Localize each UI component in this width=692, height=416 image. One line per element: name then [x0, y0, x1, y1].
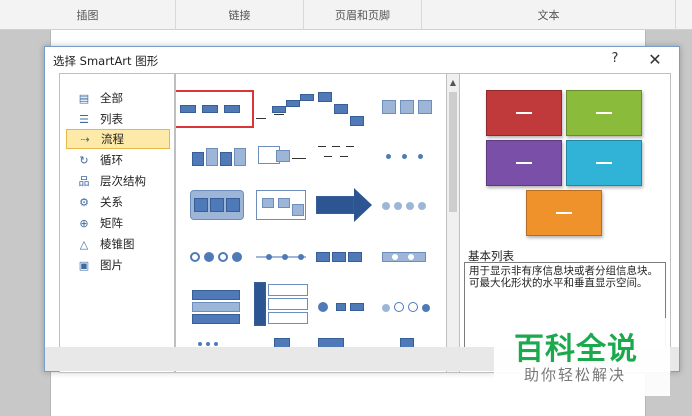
preview-shape-red — [486, 90, 562, 136]
picture-icon: ▣ — [78, 258, 90, 272]
category-hierarchy[interactable]: 品 层次结构 — [66, 171, 170, 191]
preview-shape-green — [566, 90, 642, 136]
process-icon: ⇢ — [80, 132, 90, 146]
close-button[interactable]: ✕ — [645, 50, 665, 70]
layout-segmented-process[interactable] — [314, 134, 376, 174]
layout-repeating-bending[interactable] — [252, 238, 314, 278]
scroll-thumb[interactable] — [449, 92, 457, 212]
category-label: 图片 — [100, 258, 123, 272]
category-relationship[interactable]: ⚙ 关系 — [66, 192, 170, 212]
layout-alternating-flow[interactable] — [188, 138, 250, 178]
layout-arrow-ribbon[interactable] — [376, 238, 438, 278]
category-list-type[interactable]: ☰ 列表 — [66, 109, 170, 129]
layout-process-arrows[interactable] — [188, 186, 250, 226]
layout-accent-process[interactable] — [376, 92, 438, 132]
ribbon-group-header-footer: 页眉和页脚 — [304, 0, 422, 30]
all-icon: ▤ — [78, 91, 90, 105]
category-label: 列表 — [100, 112, 123, 126]
watermark-subtitle: 助你轻松解决 — [524, 366, 627, 384]
relationship-icon: ⚙ — [79, 195, 89, 209]
layout-circle-process[interactable] — [376, 186, 438, 226]
category-label: 矩阵 — [100, 216, 123, 230]
category-process[interactable]: ⇢ 流程 — [66, 129, 170, 149]
ribbon-bar: 插图 链接 页眉和页脚 文本 — [0, 0, 692, 30]
category-pyramid[interactable]: △ 棱锥图 — [66, 234, 170, 254]
preview-shape-purple — [486, 140, 562, 186]
layout-vertical-arrow-list[interactable] — [252, 280, 314, 328]
cycle-icon: ↻ — [79, 153, 89, 167]
gallery-scrollbar[interactable]: ▲ ▼ — [447, 73, 459, 373]
hierarchy-icon: 品 — [78, 175, 90, 188]
scroll-up-icon[interactable]: ▲ — [447, 76, 459, 90]
dialog-titlebar: 选择 SmartArt 图形 ? ✕ — [45, 47, 679, 73]
layout-continuous-block[interactable] — [252, 138, 314, 178]
layout-circular-bending[interactable] — [314, 288, 376, 328]
pyramid-icon: △ — [79, 237, 89, 251]
list-icon: ☰ — [79, 112, 89, 126]
category-label: 关系 — [100, 195, 123, 209]
layout-chevron-process[interactable] — [314, 238, 376, 278]
preview-shape-cyan — [566, 140, 642, 186]
layout-gear-process[interactable] — [376, 288, 438, 328]
category-cycle[interactable]: ↻ 循环 — [66, 150, 170, 170]
layout-step-up-process[interactable] — [252, 92, 314, 132]
dialog-title: 选择 SmartArt 图形 — [53, 54, 159, 68]
layout-staggered-process[interactable] — [252, 186, 314, 226]
category-label: 层次结构 — [100, 174, 146, 188]
ribbon-group-illustrations: 插图 — [0, 0, 176, 30]
layout-upward-arrow[interactable] — [376, 138, 438, 178]
category-all[interactable]: ▤ 全部 — [66, 88, 170, 108]
layout-circle-arrow-process[interactable] — [188, 238, 250, 278]
category-label: 流程 — [101, 132, 124, 146]
layout-gallery — [175, 73, 447, 373]
layout-step-down-process[interactable] — [314, 90, 376, 130]
category-matrix[interactable]: ⊕ 矩阵 — [66, 213, 170, 233]
ribbon-group-text: 文本 — [422, 0, 676, 30]
help-button[interactable]: ? — [605, 51, 625, 69]
watermark: 百科全说 助你轻松解决 — [494, 318, 670, 396]
category-picture[interactable]: ▣ 图片 — [66, 255, 170, 275]
layout-basic-process[interactable] — [176, 90, 254, 128]
layout-big-arrow[interactable] — [314, 186, 376, 226]
category-label: 棱锥图 — [100, 237, 135, 251]
category-list: ▤ 全部 ☰ 列表 ⇢ 流程 ↻ 循环 品 层次结构 ⚙ 关系 ⊕ 矩阵 △ 棱 — [59, 73, 175, 373]
ribbon-group-links: 链接 — [176, 0, 304, 30]
watermark-title: 百科全说 — [514, 332, 638, 367]
layout-vertical-chevron[interactable] — [188, 288, 250, 328]
matrix-icon: ⊕ — [79, 216, 89, 230]
category-label: 全部 — [100, 91, 123, 105]
preview-shape-orange — [526, 190, 602, 236]
category-label: 循环 — [100, 153, 123, 167]
